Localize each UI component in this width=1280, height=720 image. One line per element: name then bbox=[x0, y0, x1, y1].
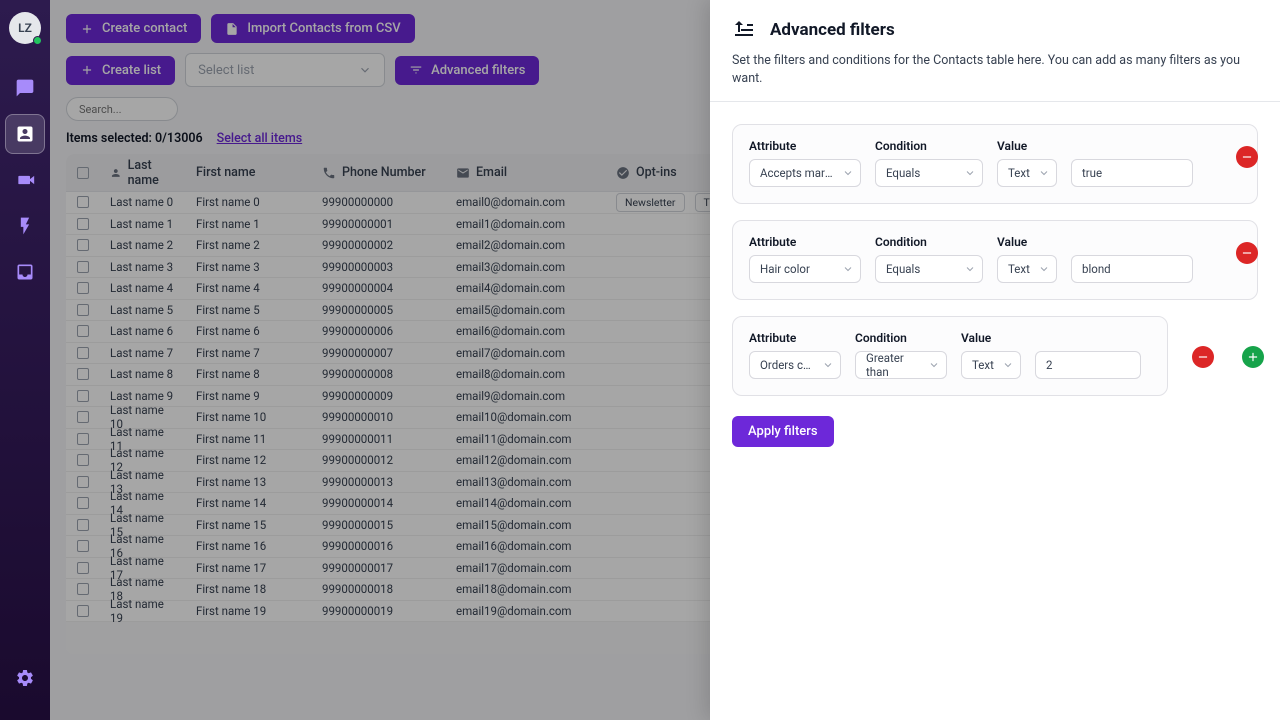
filter-value-spacer bbox=[1071, 139, 1193, 153]
filter-type-select[interactable]: Text bbox=[997, 255, 1057, 283]
chevron-down-icon bbox=[1038, 263, 1050, 275]
minus-icon bbox=[1240, 246, 1254, 260]
minus-icon bbox=[1196, 350, 1210, 364]
filter-value-label: Value bbox=[997, 235, 1057, 249]
drawer-description: Set the filters and conditions for the C… bbox=[732, 52, 1258, 87]
filter-condition-label: Condition bbox=[875, 139, 983, 153]
chevron-down-icon bbox=[964, 167, 976, 179]
filter-value-input[interactable] bbox=[1071, 255, 1193, 283]
filter-attribute-select[interactable]: Orders count bbox=[749, 351, 841, 379]
filter-condition-select[interactable]: Equals bbox=[875, 159, 983, 187]
filter-attribute-label: Attribute bbox=[749, 331, 841, 345]
filter-card: Attribute Orders count Condition Greater… bbox=[732, 316, 1168, 396]
filter-attribute-label: Attribute bbox=[749, 139, 861, 153]
chevron-down-icon bbox=[928, 359, 940, 371]
nav-automation[interactable] bbox=[5, 206, 45, 246]
add-filter-button[interactable] bbox=[1242, 346, 1264, 368]
minus-icon bbox=[1240, 150, 1254, 164]
filter-attribute-select[interactable]: Accepts marketi... bbox=[749, 159, 861, 187]
contacts-icon bbox=[15, 124, 35, 144]
filter-condition-select[interactable]: Equals bbox=[875, 255, 983, 283]
apply-filters-button[interactable]: Apply filters bbox=[732, 416, 834, 447]
chevron-down-icon bbox=[842, 167, 854, 179]
sort-icon bbox=[732, 18, 756, 42]
chevron-down-icon bbox=[1002, 359, 1014, 371]
filter-type-select[interactable]: Text bbox=[961, 351, 1021, 379]
drawer-title: Advanced filters bbox=[770, 20, 895, 40]
filter-value-label: Value bbox=[997, 139, 1057, 153]
filter-value-spacer bbox=[1035, 331, 1141, 345]
filter-value-input[interactable] bbox=[1071, 159, 1193, 187]
nav-inbox[interactable] bbox=[5, 252, 45, 292]
nav-contacts[interactable] bbox=[5, 114, 45, 154]
advanced-filters-drawer: Advanced filters Set the filters and con… bbox=[710, 0, 1280, 720]
filter-condition-select[interactable]: Greater than bbox=[855, 351, 947, 379]
filter-value-spacer bbox=[1071, 235, 1193, 249]
chevron-down-icon bbox=[822, 359, 834, 371]
remove-filter-button[interactable] bbox=[1236, 242, 1258, 264]
remove-filter-button[interactable] bbox=[1192, 346, 1214, 368]
megaphone-icon bbox=[15, 170, 35, 190]
status-dot bbox=[33, 36, 42, 45]
filter-card: Attribute Hair color Condition Equals Va… bbox=[732, 220, 1258, 300]
filter-card: Attribute Accepts marketi... Condition E… bbox=[732, 124, 1258, 204]
main: Create contact Import Contacts from CSV … bbox=[50, 0, 1280, 720]
filter-attribute-label: Attribute bbox=[749, 235, 861, 249]
chevron-down-icon bbox=[842, 263, 854, 275]
filter-condition-label: Condition bbox=[875, 235, 983, 249]
avatar-wrap[interactable]: LZ bbox=[9, 12, 41, 44]
nav-chat[interactable] bbox=[5, 68, 45, 108]
remove-filter-button[interactable] bbox=[1236, 146, 1258, 168]
gear-icon bbox=[15, 668, 35, 688]
plus-icon bbox=[1246, 350, 1260, 364]
filter-condition-label: Condition bbox=[855, 331, 947, 345]
filter-value-label: Value bbox=[961, 331, 1021, 345]
sidebar: LZ bbox=[0, 0, 50, 720]
filter-type-select[interactable]: Text bbox=[997, 159, 1057, 187]
bolt-icon bbox=[15, 216, 35, 236]
chevron-down-icon bbox=[1038, 167, 1050, 179]
nav-settings[interactable] bbox=[5, 658, 45, 698]
chevron-down-icon bbox=[964, 263, 976, 275]
nav-broadcast[interactable] bbox=[5, 160, 45, 200]
filter-value-input[interactable] bbox=[1035, 351, 1141, 379]
inbox-icon bbox=[15, 262, 35, 282]
filter-attribute-select[interactable]: Hair color bbox=[749, 255, 861, 283]
chat-icon bbox=[15, 78, 35, 98]
